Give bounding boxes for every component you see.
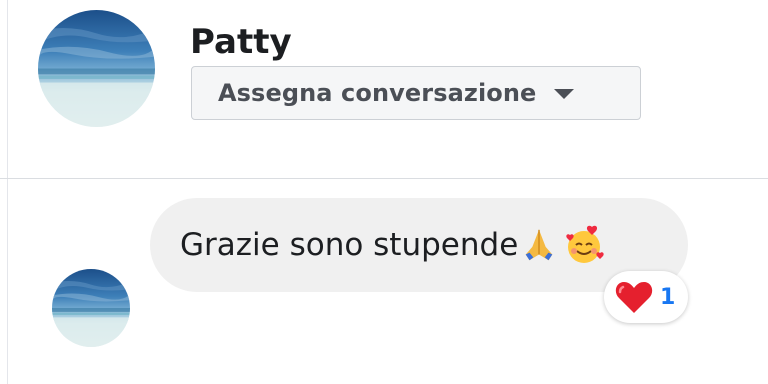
reaction-count: 1 — [660, 284, 676, 310]
panel-left-border — [0, 0, 8, 384]
beach-photo-icon — [38, 10, 155, 127]
contact-avatar[interactable] — [38, 10, 155, 127]
assign-conversation-dropdown[interactable]: Assegna conversazione — [191, 66, 641, 120]
message-bubble[interactable]: Grazie sono stupende — [150, 198, 688, 292]
message-sender-avatar[interactable] — [52, 269, 130, 347]
beach-photo-icon — [52, 269, 130, 347]
smiling-face-with-hearts-emoji-icon — [566, 225, 604, 263]
red-heart-icon — [615, 282, 653, 313]
assign-conversation-label: Assegna conversazione — [218, 79, 537, 107]
contact-name: Patty — [190, 22, 292, 62]
reaction-summary[interactable]: 1 — [604, 271, 688, 323]
header-divider — [0, 178, 768, 179]
folded-hands-emoji-icon — [525, 229, 553, 261]
caret-down-icon — [554, 89, 575, 99]
message-text: Grazie sono stupende — [180, 227, 519, 263]
